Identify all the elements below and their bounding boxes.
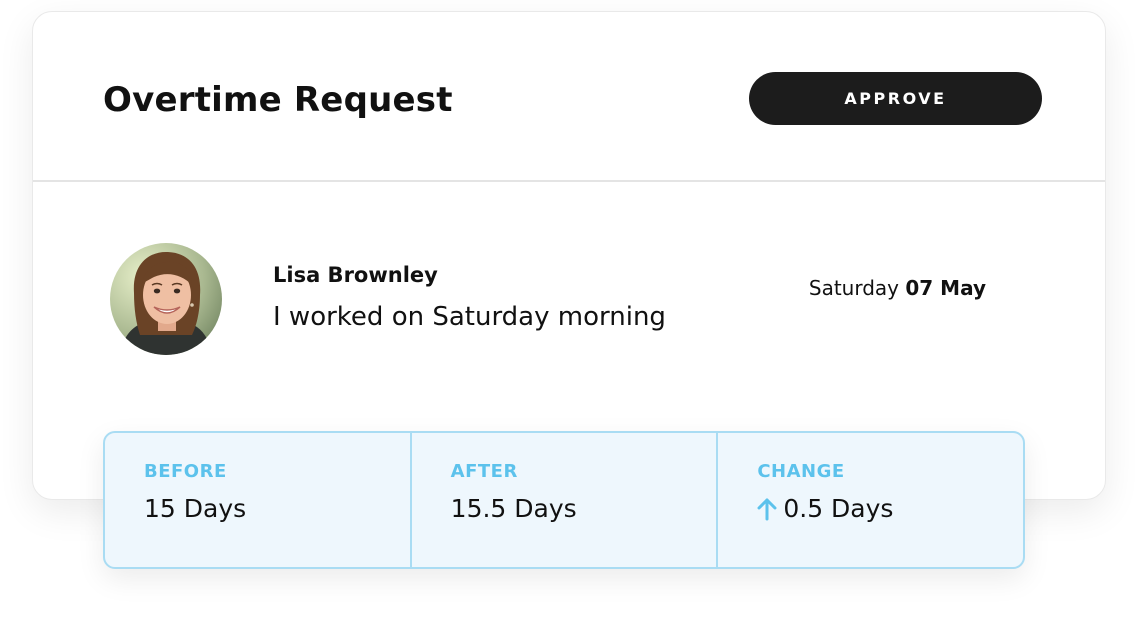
request-date: Saturday 07 May [809, 276, 986, 300]
stat-change-value: 0.5 Days [783, 494, 894, 523]
requester-name: Lisa Brownley [273, 263, 438, 287]
stat-change-row: 0.5 Days [757, 494, 893, 523]
request-message: I worked on Saturday morning [273, 302, 666, 332]
overtime-request-card: Overtime Request APPROVE Lisa Brownley I… [32, 11, 1106, 500]
balance-summary: BEFORE 15 Days AFTER 15.5 Days CHANGE 0.… [103, 431, 1025, 569]
stat-before-value: 15 Days [144, 494, 247, 523]
stat-change-label: CHANGE [757, 461, 845, 482]
arrow-up-icon [757, 497, 777, 521]
avatar-photo [110, 243, 222, 355]
request-date-value: 07 May [905, 276, 986, 300]
approve-button[interactable]: APPROVE [749, 72, 1042, 125]
stat-after: AFTER 15.5 Days [409, 433, 717, 567]
card-header: Overtime Request APPROVE [33, 12, 1105, 182]
stat-before-label: BEFORE [144, 461, 227, 482]
stat-change: CHANGE 0.5 Days [716, 433, 1023, 567]
page-title: Overtime Request [103, 80, 453, 120]
avatar [110, 243, 222, 355]
stat-after-value: 15.5 Days [450, 494, 577, 523]
request-day: Saturday [808, 276, 900, 300]
stat-before: BEFORE 15 Days [105, 433, 410, 567]
stat-after-label: AFTER [450, 461, 518, 482]
